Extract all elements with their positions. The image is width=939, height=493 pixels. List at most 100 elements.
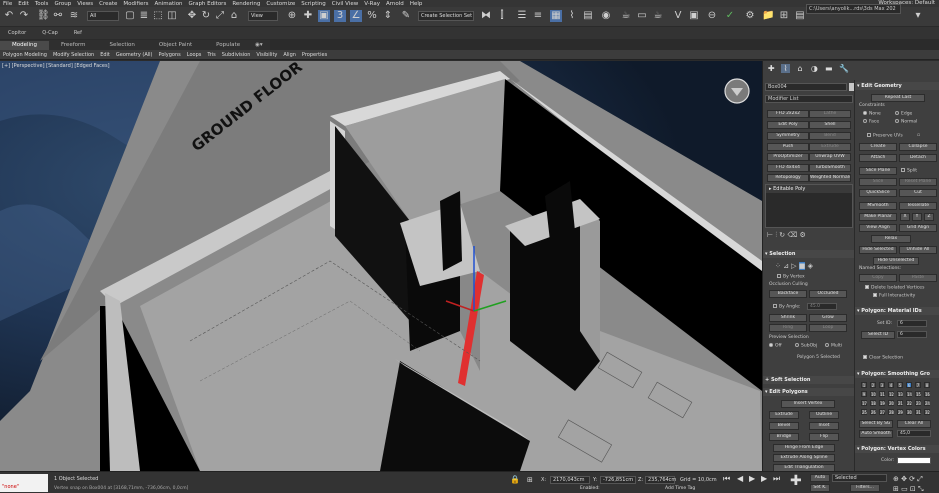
paste-button[interactable]: Paste — [899, 274, 937, 282]
render-production-icon[interactable]: ☕ — [652, 10, 664, 22]
smoothing-group-9-button[interactable]: 9 — [861, 391, 867, 397]
grow-button[interactable]: Grow — [809, 314, 847, 322]
toggle-scene-explorer-icon[interactable]: ☰ — [516, 10, 528, 22]
smoothing-group-32-button[interactable]: 32 — [924, 409, 930, 415]
recent-files-icon[interactable]: ⊞ — [778, 10, 790, 22]
radio[interactable] — [863, 119, 867, 123]
modify-tab-icon[interactable]: ⌇ — [781, 63, 790, 73]
checkbox[interactable] — [867, 133, 871, 137]
placement-icon[interactable]: ⌂ — [228, 10, 240, 22]
add-key-icon[interactable]: ✚ — [790, 474, 802, 488]
reference-coordinate-dropdown[interactable]: View — [248, 11, 278, 21]
radio[interactable] — [825, 343, 829, 347]
hierarchy-tab-icon[interactable]: ⌂ — [796, 64, 804, 73]
smoothing-group-25-button[interactable]: 25 — [861, 409, 867, 415]
checkbox[interactable] — [901, 168, 905, 172]
spinner-snap-icon[interactable]: ⇕ — [382, 10, 394, 22]
planar-y-button[interactable]: Y — [912, 213, 922, 221]
hide-selected-button[interactable]: Hide Selected — [859, 246, 897, 254]
display-tab-icon[interactable]: ▬ — [825, 64, 833, 73]
ribbon-polygon-modeling[interactable]: Polygon Modeling — [0, 52, 50, 58]
tab-freeform[interactable]: Freeform — [49, 41, 98, 50]
attach-button[interactable]: Attach — [859, 154, 897, 162]
repeat-last-button[interactable]: Repeat Last — [871, 94, 925, 102]
select-by-sg-button[interactable]: Select By SG — [859, 420, 893, 428]
radio[interactable] — [769, 343, 773, 347]
smoothing-group-4-button[interactable]: 4 — [888, 382, 894, 388]
clear-all-button[interactable]: Clear All — [897, 420, 931, 428]
angle-snap-icon[interactable]: ∠ — [350, 10, 362, 22]
modifier-stack[interactable]: ▸ Editable Poly — [765, 184, 853, 228]
delete-isolated-checkbox[interactable]: Delete Isolated Vertices — [865, 285, 924, 291]
keyboard-shortcut-override-icon[interactable]: ▣ — [318, 10, 330, 22]
symmetry-button[interactable]: Symmetry — [767, 132, 809, 140]
constraint-face-radio[interactable]: Face — [863, 119, 879, 125]
smoothing-group-8-button[interactable]: 8 — [924, 382, 930, 388]
view-align-button[interactable]: View Align — [859, 224, 897, 232]
full-interactivity-checkbox[interactable]: Full Interactivity — [873, 293, 915, 299]
menu-animation[interactable]: Animation — [152, 1, 186, 7]
hide-unselected-button[interactable]: Hide Unselected — [873, 257, 919, 265]
radio[interactable] — [795, 343, 799, 347]
create-tab-icon[interactable]: ✚ — [767, 64, 775, 73]
set-key-button[interactable]: Set K. — [810, 484, 830, 492]
vertex-color-swatch[interactable] — [897, 457, 931, 464]
ribbon-polygons[interactable]: Polygons — [156, 52, 184, 58]
inset-button[interactable]: Inset — [809, 422, 839, 430]
smoothing-group-3-button[interactable]: 3 — [879, 382, 885, 388]
smoothing-group-29-button[interactable]: 29 — [897, 409, 903, 415]
detach-button[interactable]: Detach — [899, 154, 937, 162]
slice-plane-button[interactable]: Slice Plane — [859, 167, 897, 175]
z-coordinate-field[interactable]: 235,764cm — [645, 476, 676, 484]
tab-populate[interactable]: Populate — [204, 41, 252, 50]
smoothing-group-14-button[interactable]: 14 — [906, 391, 912, 397]
push-button[interactable]: Push — [767, 143, 809, 151]
auto-key-button[interactable]: Auto — [810, 474, 830, 482]
planar-z-button[interactable]: Z — [924, 213, 934, 221]
select-id-button[interactable]: Select ID — [861, 331, 895, 339]
smoothing-group-15-button[interactable]: 15 — [915, 391, 921, 397]
planar-x-button[interactable]: X — [900, 213, 910, 221]
select-by-name-icon[interactable]: ≣ — [138, 10, 150, 22]
quickslice-button[interactable]: QuickSlice — [859, 189, 897, 197]
selection-filter-dropdown[interactable]: All — [87, 11, 119, 21]
qcap-button[interactable]: Q-Cap — [34, 30, 66, 36]
rendered-frame-window-icon[interactable]: ▭ — [636, 10, 648, 22]
menu-help[interactable]: Help — [407, 1, 426, 7]
reset-plane-button[interactable]: Reset Plane — [899, 178, 937, 186]
bend-button[interactable]: Bend — [809, 132, 851, 140]
smoothing-groups-rollout-header[interactable]: ▾ Polygon: Smoothing Gro — [855, 370, 939, 378]
cut-button[interactable]: Cut — [899, 189, 937, 197]
align-icon[interactable]: ⫿ — [496, 10, 508, 22]
ffd-4x4x4-button[interactable]: FFD 4x4x4 — [767, 164, 809, 172]
snaps-toggle-icon[interactable]: 3 — [334, 10, 346, 22]
preview-subobj-radio[interactable]: SubObj — [795, 343, 817, 349]
smoothing-group-30-button[interactable]: 30 — [906, 409, 912, 415]
toggle-ribbon-icon[interactable]: ▦ — [550, 10, 562, 22]
maxscript-listener[interactable]: "none" — [0, 474, 48, 492]
tessellate-button[interactable]: Tessellate — [899, 202, 937, 210]
ribbon-properties[interactable]: Properties — [299, 52, 330, 58]
key-filter-dropdown[interactable]: Selected — [832, 474, 887, 482]
add-time-tag-button[interactable]: Add Time Tag — [665, 486, 695, 491]
y-coordinate-field[interactable]: -726,851cm — [600, 476, 636, 484]
folder-icon[interactable]: 📁 — [762, 10, 774, 22]
menu-modifiers[interactable]: Modifiers — [120, 1, 151, 7]
ffd-2x2x2-button[interactable]: FFD 2x2x2 — [767, 110, 809, 118]
smoothing-group-27-button[interactable]: 27 — [879, 409, 885, 415]
select-id-spinner[interactable]: 6 — [897, 331, 927, 338]
lathe-button[interactable]: Lathe — [809, 110, 851, 118]
link-icon[interactable]: ⛓ — [37, 10, 50, 22]
unlink-icon[interactable]: ⚯ — [52, 10, 64, 22]
preview-multi-radio[interactable]: Multi — [825, 343, 842, 349]
smoothing-group-20-button[interactable]: 20 — [888, 400, 894, 406]
next-frame-icon[interactable]: ▶ — [761, 474, 767, 483]
smoothing-group-2-button[interactable]: 2 — [870, 382, 876, 388]
edit-named-selection-icon[interactable]: ✎ — [400, 10, 412, 22]
shell-button[interactable]: Shell — [809, 121, 851, 129]
smoothing-group-17-button[interactable]: 17 — [861, 400, 867, 406]
edit-geometry-rollout-header[interactable]: ▾ Edit Geometry — [855, 82, 939, 90]
check-icon[interactable]: ✓ — [724, 10, 736, 22]
vray-icon[interactable]: V — [672, 10, 684, 22]
grid-align-button[interactable]: Grid Align — [899, 224, 937, 232]
